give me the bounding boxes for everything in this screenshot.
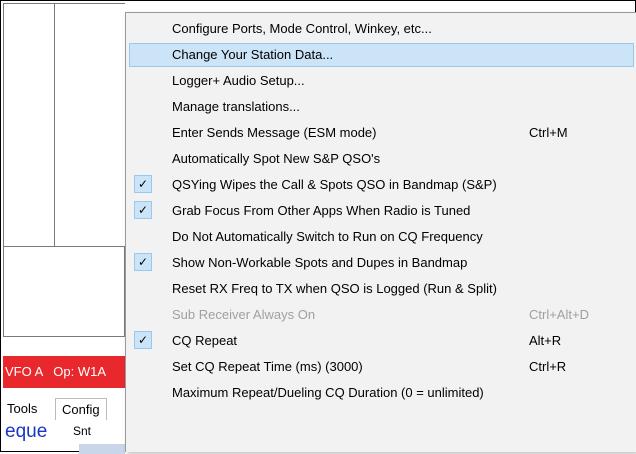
menu-item-label: QSYing Wipes the Call & Spots QSO in Ban… <box>172 177 497 192</box>
menu-tools[interactable]: Tools <box>7 398 37 420</box>
menu-item-do-not-automatically-switch-to-run-on-cq[interactable]: Do Not Automatically Switch to Run on CQ… <box>129 225 634 249</box>
menu-item-grab-focus-from-other-apps-when-radio-is[interactable]: ✓ Grab Focus From Other Apps When Radio i… <box>129 199 634 223</box>
menu-item-enter-sends-message-esm-mode[interactable]: Enter Sends Message (ESM mode) Ctrl+M <box>129 121 634 145</box>
menu-item-label: Enter Sends Message (ESM mode) <box>172 125 377 140</box>
checkmark-icon: ✓ <box>134 331 152 349</box>
frequency-label: eque <box>5 421 48 442</box>
menu-item-qsying-wipes-the-call-spots-qso-in-bandm[interactable]: ✓ QSYing Wipes the Call & Spots QSO in Ba… <box>129 173 634 197</box>
menu-config[interactable]: Config <box>55 398 107 420</box>
menu-item-label: Maximum Repeat/Dueling CQ Duration (0 = … <box>172 385 484 400</box>
snt-label: Snt <box>73 424 92 438</box>
menu-item-shortcut: Ctrl+R <box>529 359 567 374</box>
left-pane <box>3 3 55 247</box>
menu-item-label: Sub Receiver Always On <box>172 307 316 322</box>
menu-item-maximum-repeat-dueling-cq-duration-0-unl[interactable]: Maximum Repeat/Dueling CQ Duration (0 = … <box>129 381 634 405</box>
checkmark-icon: ✓ <box>134 201 152 219</box>
menu-item-label: Change Your Station Data... <box>172 47 334 62</box>
menu-item-label: Set CQ Repeat Time (ms) (3000) <box>172 359 363 374</box>
menu-item-shortcut: Ctrl+M <box>529 125 568 140</box>
entry-row: eque Snt <box>3 420 125 454</box>
menu-bar: Tools Config <box>3 398 125 420</box>
config-dropdown-menu: Configure Ports, Mode Control, Winkey, e… <box>125 12 636 452</box>
menu-item-logger-audio-setup[interactable]: Logger+ Audio Setup... <box>129 69 634 93</box>
checkmark-icon: ✓ <box>134 175 152 193</box>
menu-item-label: Manage translations... <box>172 99 300 114</box>
status-bar: VFO A Op: W1A <box>3 356 125 388</box>
center-pane <box>55 3 125 247</box>
menu-item-shortcut: Ctrl+Alt+D <box>529 307 589 322</box>
menu-item-automatically-spot-new-s-p-qso-s[interactable]: Automatically Spot New S&P QSO's <box>129 147 634 171</box>
menu-item-shortcut: Alt+R <box>529 333 562 348</box>
menu-item-change-your-station-data[interactable]: Change Your Station Data... <box>129 43 634 67</box>
menu-item-label: Show Non-Workable Spots and Dupes in Ban… <box>172 255 468 270</box>
menu-item-sub-receiver-always-on: Sub Receiver Always On Ctrl+Alt+D <box>129 303 634 327</box>
menu-item-set-cq-repeat-time-ms-3000[interactable]: Set CQ Repeat Time (ms) (3000) Ctrl+R <box>129 355 634 379</box>
menu-item-label: Logger+ Audio Setup... <box>172 73 305 88</box>
menu-item-cq-repeat[interactable]: ✓ CQ Repeat Alt+R <box>129 329 634 353</box>
status-vfo: VFO A <box>5 364 44 379</box>
menu-item-label: CQ Repeat <box>172 333 238 348</box>
checkmark-icon: ✓ <box>134 253 152 271</box>
snt-field[interactable] <box>79 444 125 454</box>
menu-item-label: Do Not Automatically Switch to Run on CQ… <box>172 229 483 244</box>
menu-item-label: Reset RX Freq to TX when QSO is Logged (… <box>172 281 497 296</box>
status-operator: Op: W1A <box>53 364 107 379</box>
menu-item-reset-rx-freq-to-tx-when-qso-is-logged-r[interactable]: Reset RX Freq to TX when QSO is Logged (… <box>129 277 634 301</box>
menu-item-label: Automatically Spot New S&P QSO's <box>172 151 381 166</box>
menu-item-show-non-workable-spots-and-dupes-in-ban[interactable]: ✓ Show Non-Workable Spots and Dupes in Ba… <box>129 251 634 275</box>
lower-pane <box>3 247 125 337</box>
menu-item-label: Configure Ports, Mode Control, Winkey, e… <box>172 21 432 36</box>
menu-item-configure-ports-mode-control-winkey-etc[interactable]: Configure Ports, Mode Control, Winkey, e… <box>129 17 634 41</box>
menu-item-manage-translations[interactable]: Manage translations... <box>129 95 634 119</box>
menu-item-label: Grab Focus From Other Apps When Radio is… <box>172 203 471 218</box>
